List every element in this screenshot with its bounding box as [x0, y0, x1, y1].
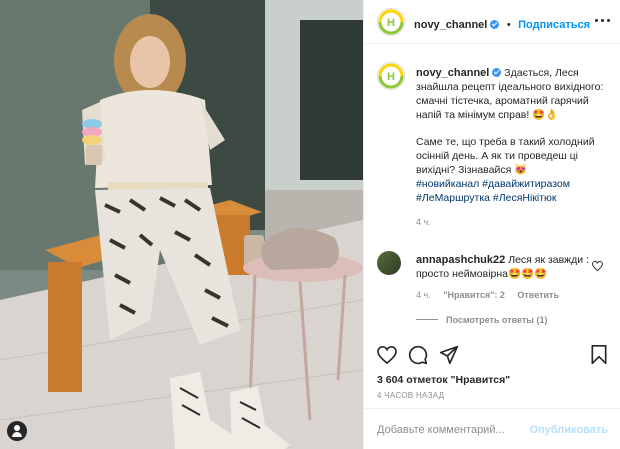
comment-reply-button[interactable]: Ответить — [517, 290, 559, 300]
channel-logo-icon: H — [378, 63, 404, 89]
comment-username[interactable]: annapashchuk22 — [416, 254, 505, 266]
tagged-user-icon[interactable] — [7, 421, 27, 441]
comment-likes[interactable]: "Нравится": 2 — [443, 290, 505, 300]
comment-icon[interactable] — [408, 345, 428, 365]
svg-text:H: H — [387, 71, 395, 83]
add-comment-bar: Добавьте комментарий... Опубликовать — [364, 408, 620, 449]
follow-button[interactable]: Подписаться — [518, 19, 590, 31]
more-options-icon[interactable] — [595, 19, 611, 23]
post-caption: novy_channel Здається, Леся знайшла реце… — [416, 66, 608, 229]
comment: annapashchuk22 Леся як завжди : просто н… — [416, 253, 592, 281]
channel-avatar[interactable]: H — [377, 8, 405, 36]
header-username[interactable]: novy_channel — [414, 19, 487, 31]
caption-hashtags[interactable]: #новийканал #давайжитиразом #ЛеМаршрутка… — [416, 178, 570, 204]
post-sidebar: H novy_channel • Подписаться H novy_chan… — [363, 0, 620, 449]
verified-badge-icon — [492, 68, 502, 77]
save-bookmark-icon[interactable] — [590, 345, 608, 365]
post-timestamp: 4 ЧАСОВ НАЗАД — [377, 391, 445, 400]
like-heart-icon[interactable] — [377, 346, 397, 364]
caption-username[interactable]: novy_channel — [416, 67, 489, 79]
caption-text-2: Саме те, що треба в такий холодний осінн… — [416, 136, 595, 176]
comment-time: 4 ч. — [416, 290, 431, 300]
verified-badge-icon — [490, 20, 500, 29]
publish-button[interactable]: Опубликовать — [529, 424, 608, 436]
share-icon[interactable] — [439, 345, 459, 365]
commenter-avatar[interactable] — [377, 251, 401, 275]
svg-text:H: H — [387, 17, 395, 29]
view-replies-button[interactable]: Посмотреть ответы (1) — [446, 315, 547, 325]
comment-input[interactable]: Добавьте комментарий... — [377, 424, 505, 436]
caption-time: 4 ч. — [416, 217, 431, 227]
post-photo[interactable] — [0, 0, 363, 449]
post-photo-image — [0, 0, 363, 449]
view-replies-line — [416, 319, 438, 320]
likes-count[interactable]: 3 604 отметок "Нравится" — [377, 374, 510, 386]
separator-dot: • — [506, 19, 511, 31]
caption-avatar[interactable]: H — [377, 62, 405, 90]
channel-logo-icon: H — [378, 9, 404, 35]
post-actions — [364, 340, 620, 370]
post-header: H novy_channel • Подписаться — [364, 0, 620, 44]
comment-like-heart-icon[interactable] — [592, 258, 603, 276]
